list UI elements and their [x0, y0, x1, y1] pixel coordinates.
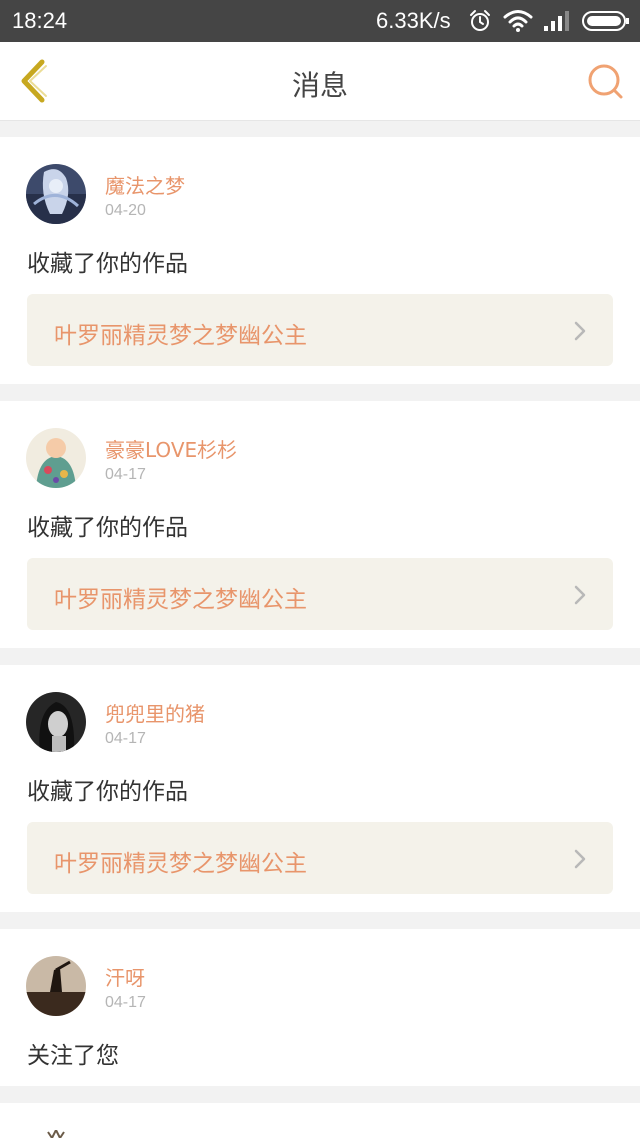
signal-icon	[544, 11, 569, 31]
status-time: 18:24	[12, 8, 68, 33]
action-text: 收藏了你的作品	[27, 251, 188, 277]
username[interactable]: 豪豪LOVE杉杉	[105, 434, 237, 463]
message-card: 兜兜里的猪 04-17 收藏了你的作品 叶罗丽精灵梦之梦幽公主	[0, 665, 640, 912]
message-card: 魔法之梦 04-20 收藏了你的作品 叶罗丽精灵梦之梦幽公主	[0, 137, 640, 384]
nav-bar: 消息	[0, 42, 640, 121]
username[interactable]: 兜兜里的猪	[105, 698, 205, 727]
message-date: 04-17	[105, 730, 146, 747]
message-date: 04-17	[105, 466, 146, 483]
page-title: 消息	[291, 69, 348, 102]
work-link[interactable]: 叶罗丽精灵梦之梦幽公主	[27, 294, 613, 366]
work-link[interactable]: 叶罗丽精灵梦之梦幽公主	[27, 822, 613, 894]
message-card	[0, 1103, 640, 1138]
alarm-icon	[470, 10, 490, 31]
message-card: 豪豪LOVE杉杉 04-17 收藏了你的作品 叶罗丽精灵梦之梦幽公主	[0, 401, 640, 648]
action-text: 收藏了你的作品	[27, 515, 188, 541]
message-date: 04-17	[105, 994, 146, 1011]
status-network-speed: 6.33K/s	[376, 8, 451, 33]
message-date: 04-20	[105, 202, 146, 219]
chevron-right-icon	[574, 321, 586, 341]
battery-icon	[582, 11, 629, 31]
chevron-right-icon	[574, 585, 586, 605]
username[interactable]: 汗呀	[105, 962, 145, 991]
avatar[interactable]	[26, 692, 86, 752]
message-card: 汗呀 04-17 关注了您	[0, 929, 640, 1086]
action-text: 关注了您	[27, 1043, 119, 1069]
work-title: 叶罗丽精灵梦之梦幽公主	[54, 323, 307, 349]
wifi-icon	[503, 10, 533, 32]
avatar[interactable]	[26, 1130, 86, 1138]
search-icon[interactable]	[584, 60, 626, 102]
username[interactable]: 魔法之梦	[105, 170, 185, 199]
work-title: 叶罗丽精灵梦之梦幽公主	[54, 587, 307, 613]
chevron-right-icon	[574, 849, 586, 869]
avatar[interactable]	[26, 164, 86, 224]
action-text: 收藏了你的作品	[27, 779, 188, 805]
work-title: 叶罗丽精灵梦之梦幽公主	[54, 851, 307, 877]
avatar[interactable]	[26, 428, 86, 488]
status-bar: 18:24 6.33K/s	[0, 0, 640, 42]
work-link[interactable]: 叶罗丽精灵梦之梦幽公主	[27, 558, 613, 630]
avatar[interactable]	[26, 956, 86, 1016]
